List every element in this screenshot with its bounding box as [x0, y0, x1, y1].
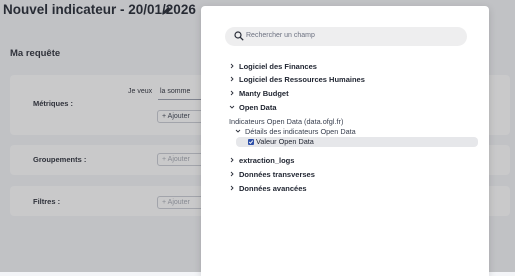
chevron-right-icon — [230, 63, 234, 69]
category-finances[interactable]: Logiciel des Finances — [239, 62, 317, 71]
category-manty-budget[interactable]: Manty Budget — [239, 89, 289, 98]
field-checkbox[interactable] — [248, 139, 254, 145]
search-icon — [234, 31, 244, 41]
chevron-down-icon — [235, 129, 241, 133]
chevron-right-icon — [230, 157, 234, 163]
open-data-source: Indicateurs Open Data (data.ofgl.fr) — [229, 117, 344, 126]
chevron-down-icon — [229, 105, 235, 109]
chevron-right-icon — [230, 76, 234, 82]
open-data-group[interactable]: Détails des indicateurs Open Data — [245, 127, 356, 136]
chevron-right-icon — [230, 171, 234, 177]
category-donnees-transverses[interactable]: Données transverses — [239, 170, 315, 179]
category-donnees-avancees[interactable]: Données avancées — [239, 184, 307, 193]
category-extraction-logs[interactable]: extraction_logs — [239, 156, 294, 165]
field-picker-modal: Rechercher un champ Logiciel des Finance… — [201, 6, 489, 276]
field-search-input[interactable]: Rechercher un champ — [225, 27, 467, 46]
chevron-right-icon — [230, 185, 234, 191]
chevron-right-icon — [230, 90, 234, 96]
category-rh[interactable]: Logiciel des Ressources Humaines — [239, 75, 365, 84]
field-valeur-open-data[interactable]: Valeur Open Data — [256, 137, 314, 146]
search-placeholder: Rechercher un champ — [246, 32, 315, 39]
check-icon — [248, 140, 254, 144]
category-open-data[interactable]: Open Data — [239, 103, 277, 112]
